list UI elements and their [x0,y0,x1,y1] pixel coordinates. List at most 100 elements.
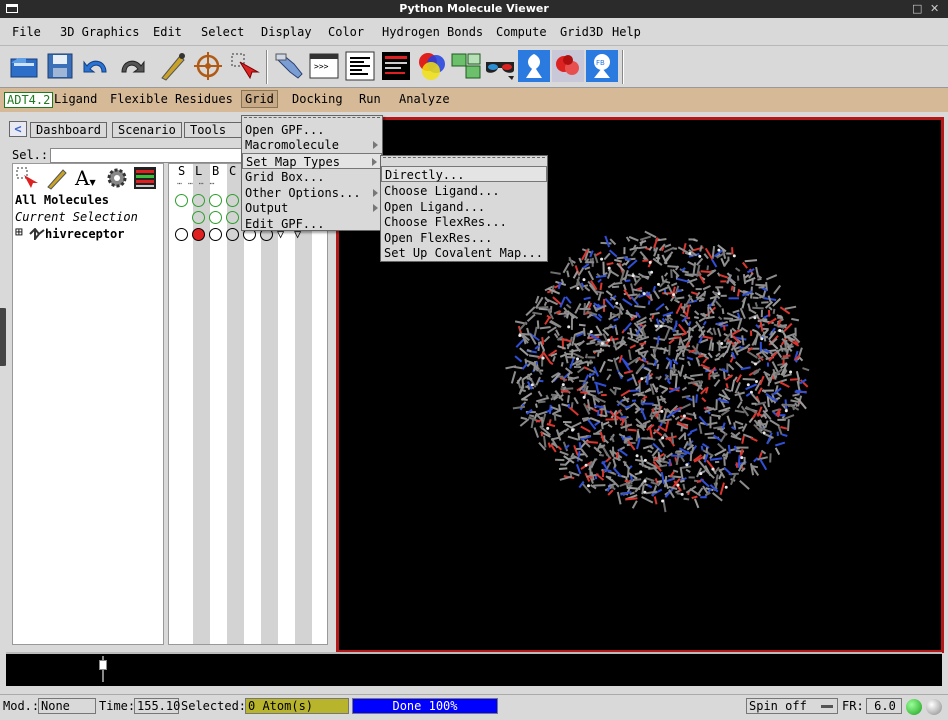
python-shell-icon[interactable]: >>> [308,50,340,82]
progress-bar: Done 100% [352,698,498,714]
stereo-glasses-icon[interactable] [484,50,516,82]
gear-icon[interactable] [105,166,129,190]
toggle-circle[interactable] [209,228,222,241]
menu-item-set-map-types[interactable]: Set Map Types [242,153,382,169]
menu-color[interactable]: Color [328,25,364,39]
menu-item-other-options[interactable]: Other Options... [242,185,382,201]
tearoff-line[interactable] [383,157,545,158]
tab-tools[interactable]: Tools [184,122,244,138]
menu-item-open-gpf[interactable]: Open GPF... [242,122,382,138]
menu-item-choose-flexres[interactable]: Choose FlexRes... [381,214,547,230]
tree-row-current-selection[interactable]: Current Selection [15,210,138,224]
timeline-slider-handle[interactable] [99,660,107,670]
toggle-circle[interactable] [209,194,222,207]
dashboard-icon[interactable] [380,50,412,82]
toggle-circle[interactable] [226,228,239,241]
adt-menu-grid[interactable]: Grid [241,90,278,108]
menu-display[interactable]: Display [261,25,312,39]
menu-item-open-flexres[interactable]: Open FlexRes... [381,230,547,246]
adt-version-badge[interactable]: ADT4.2 [4,92,54,108]
menu-file[interactable]: File [12,25,41,39]
back-arrow-icon[interactable]: < [9,121,27,137]
menu-help[interactable]: Help [612,25,641,39]
pick-icon[interactable] [156,50,188,82]
tab-dashboard[interactable]: Dashboard [30,122,108,138]
menu-edit[interactable]: Edit [153,25,182,39]
menu-item-directly[interactable]: Directly... [381,166,547,182]
sel-label: Sel.: [12,148,49,162]
color-icon[interactable] [416,50,448,82]
menu-item-edit-gpf[interactable]: Edit GPF... [242,216,382,232]
color-bars-icon[interactable] [133,166,157,190]
fb-icon[interactable]: FB [586,50,618,82]
menu-3d-graphics[interactable]: 3D Graphics [60,25,139,39]
text-icon[interactable] [344,50,376,82]
menu-bar: File 3D Graphics Edit Select Display Col… [0,18,948,46]
expand-icon[interactable]: ⊞ [15,225,23,240]
adt-menu-run[interactable]: Run [359,92,381,106]
menu-item-open-ligand[interactable]: Open Ligand... [381,199,547,215]
column-header-b[interactable]: B [212,164,219,178]
window-title: Python Molecule Viewer [399,2,549,15]
autodock-icon[interactable] [518,50,550,82]
set-map-types-label: Set Map Types [246,155,340,169]
redo-icon[interactable] [116,50,148,82]
close-icon[interactable]: ✕ [930,0,939,18]
save-icon[interactable] [44,50,76,82]
tearoff-line[interactable] [244,117,380,118]
menu-item-macromolecule[interactable]: Macromolecule [242,137,382,153]
selected-value[interactable]: 0 Atom(s) [245,698,349,714]
selected-label: Selected: [181,699,247,713]
select-tool-icon[interactable] [15,166,39,190]
menu-item-choose-ligand[interactable]: Choose Ligand... [381,183,547,199]
minimize-icon[interactable]: □ [912,0,922,18]
tab-scenario[interactable]: Scenario [112,122,182,138]
menu-item-set-up-covalent-map[interactable]: Set Up Covalent Map... [381,245,547,261]
submenu-arrow-icon [372,158,377,166]
menu-compute[interactable]: Compute [496,25,547,39]
adt-menu-ligand[interactable]: Ligand [54,92,97,106]
toggle-circle[interactable] [209,211,222,224]
menu-item-output[interactable]: Output [242,200,382,216]
toggle-circle[interactable] [226,211,239,224]
toggle-circle[interactable] [175,194,188,207]
mod-label: Mod.: [3,699,40,713]
title-bar: Python Molecule Viewer □ ✕ [0,0,948,18]
time-value: 155.10 [134,698,180,714]
toolbar-separator [622,50,624,84]
adt-menu-flexible-residues[interactable]: Flexible Residues [110,92,233,106]
pencil-icon[interactable] [45,166,69,190]
toolbar-separator [266,50,268,84]
submenu-arrow-icon [373,189,378,197]
split-icon[interactable] [450,50,482,82]
adt-menu-analyze[interactable]: Analyze [399,92,450,106]
center-icon[interactable] [192,50,224,82]
window-icon[interactable] [6,4,18,13]
tree-row-hivreceptor[interactable]: hivreceptor [45,227,124,241]
spin-dropdown[interactable]: Spin off [746,698,838,714]
animation-timeline[interactable] [6,652,942,686]
column-header-l[interactable]: L [195,164,202,178]
toggle-circle[interactable] [175,228,188,241]
menu-grid3d[interactable]: Grid3D [560,25,603,39]
molecule-red-icon[interactable] [552,50,584,82]
adt-menu-docking[interactable]: Docking [292,92,343,106]
hand-icon[interactable] [272,50,304,82]
select-icon[interactable] [228,50,260,82]
undo-icon[interactable] [80,50,112,82]
menu-select[interactable]: Select [201,25,244,39]
label-tool-icon[interactable]: A▼ [75,166,101,190]
menu-item-grid-box[interactable]: Grid Box... [242,169,382,185]
column-header-s[interactable]: S [178,164,185,178]
toggle-circle[interactable] [192,211,205,224]
open-icon[interactable] [8,50,40,82]
toggle-circle[interactable] [226,194,239,207]
toggle-circle[interactable] [192,194,205,207]
toggle-circle-active[interactable] [192,228,205,241]
column-header-c[interactable]: C [229,164,236,178]
molecule-icon [29,227,45,242]
tree-row-all-molecules[interactable]: All Molecules [15,193,109,207]
svg-text:>>>: >>> [314,62,329,71]
menu-hydrogen-bonds[interactable]: Hydrogen Bonds [382,25,483,39]
status-bar: Mod.: None Time: 155.10 Selected: 0 Atom… [0,694,948,720]
